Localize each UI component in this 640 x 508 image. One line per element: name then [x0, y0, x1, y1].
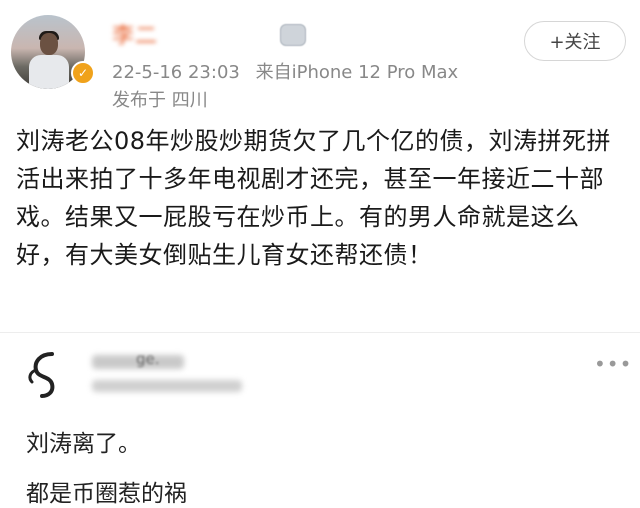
comment-text-2: 都是币圈惹的祸: [26, 481, 187, 507]
commenter-avatar[interactable]: [22, 350, 72, 400]
post-timestamp: 22-5-16 23:03: [112, 62, 240, 83]
avatar-body: [29, 55, 69, 89]
avatar-head: [40, 33, 58, 55]
comment-text: 刘涛离了。: [26, 431, 141, 457]
verified-badge-icon: ✓: [71, 61, 95, 85]
follow-button[interactable]: +关注: [524, 21, 626, 61]
more-dots-icon[interactable]: •••: [594, 352, 632, 376]
user-level-badge-icon: [280, 24, 306, 46]
post-meta: 22-5-16 23:03 来自iPhone 12 Pro Max: [112, 58, 458, 84]
commenter-handle: [92, 380, 242, 392]
post-body: 刘涛老公08年炒股炒期货欠了几个亿的债，刘涛拼死拼活出来拍了十多年电视剧才还完，…: [16, 127, 612, 269]
post-location: 发布于 四川: [112, 90, 208, 111]
post-source: 来自iPhone 12 Pro Max: [255, 62, 459, 83]
post-username[interactable]: 李二: [112, 18, 158, 50]
commenter-name-suffix: ge.: [136, 350, 160, 368]
divider: [0, 332, 640, 333]
